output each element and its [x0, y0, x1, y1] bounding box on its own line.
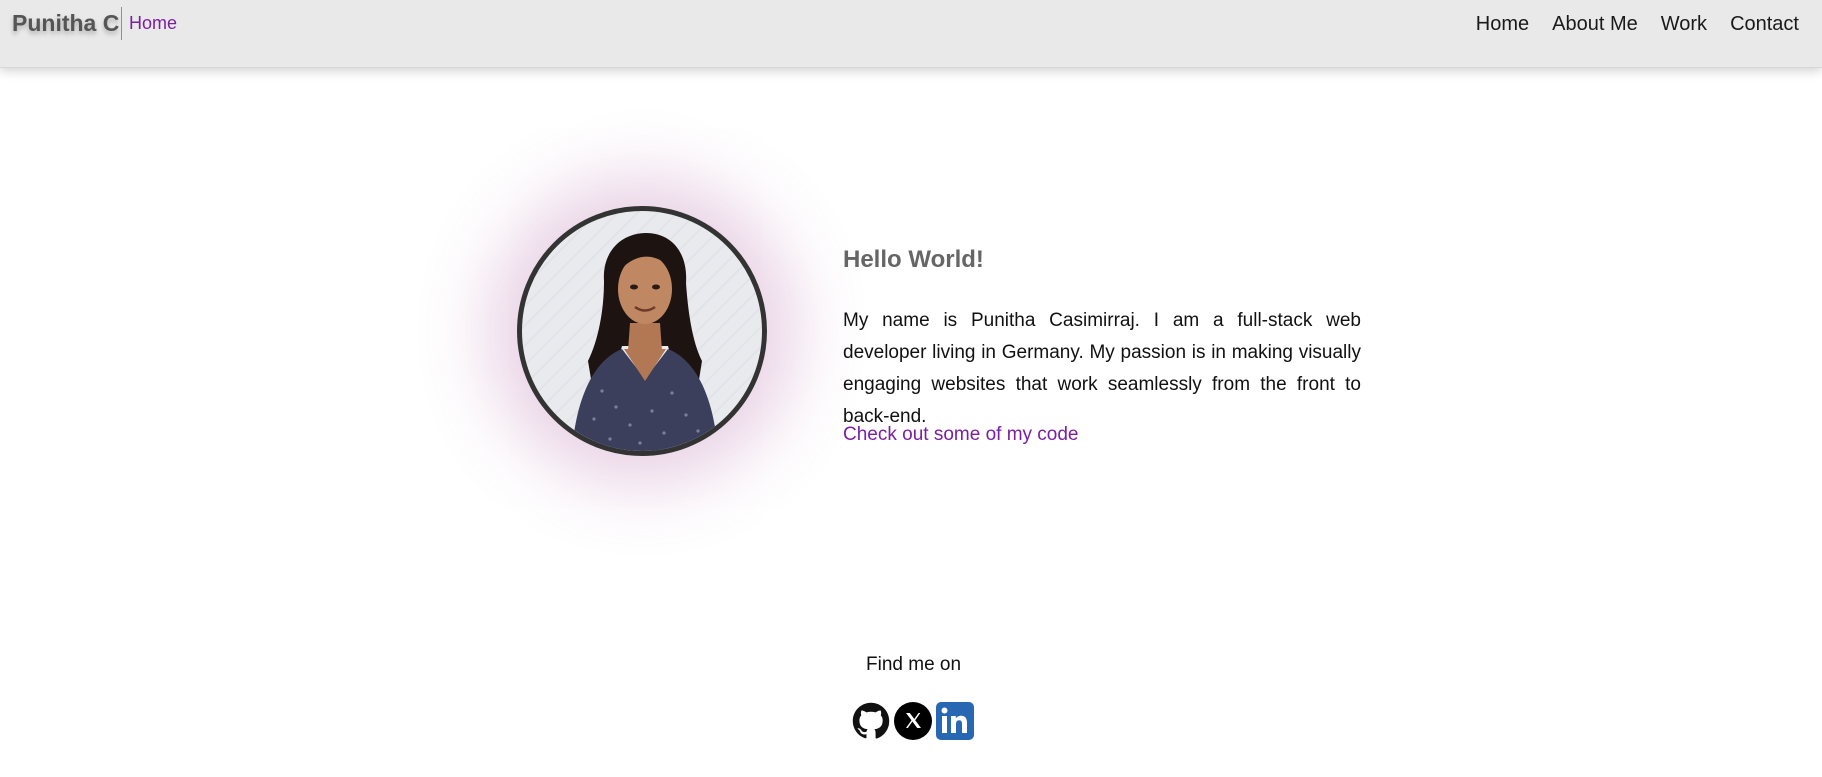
brand-divider	[121, 7, 122, 40]
code-link[interactable]: Check out some of my code	[843, 424, 1079, 446]
profile-photo-icon	[572, 233, 718, 451]
x-icon[interactable]	[894, 702, 932, 740]
bio-text: My name is Punitha Casimirraj. I am a fu…	[843, 310, 1361, 427]
linkedin-icon[interactable]	[936, 702, 974, 740]
site-header: Punitha C Home Home About Me Work Contac…	[0, 0, 1822, 68]
nav-contact[interactable]: Contact	[1730, 13, 1799, 36]
nav-about-me[interactable]: About Me	[1552, 13, 1638, 36]
nav-home[interactable]: Home	[1476, 13, 1529, 36]
social-links	[852, 702, 974, 740]
brand-logo[interactable]: Punitha C	[12, 10, 119, 37]
main-nav: Home About Me Work Contact	[1476, 13, 1822, 36]
nav-work[interactable]: Work	[1661, 13, 1707, 36]
greeting-heading: Hello World!	[843, 246, 984, 273]
github-icon[interactable]	[852, 702, 890, 740]
breadcrumb-home[interactable]: Home	[129, 13, 177, 34]
avatar	[517, 206, 767, 456]
find-me-label: Find me on	[866, 654, 962, 675]
